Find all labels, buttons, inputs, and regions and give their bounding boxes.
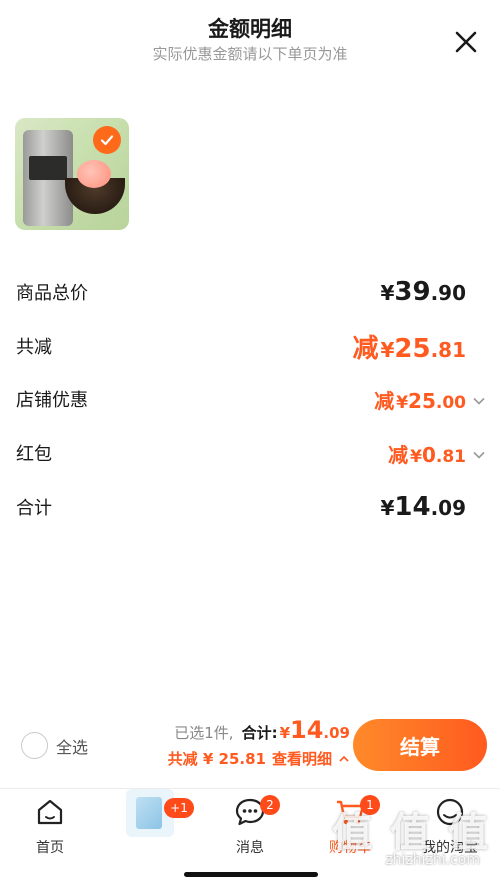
summary-sum-label: 合计:: [241, 724, 278, 742]
summary-reduction: 共减 ¥ 25.81: [167, 750, 266, 768]
product-peach-image: [77, 160, 111, 188]
total-price-value: ¥39.90: [380, 277, 466, 307]
page-subtitle: 实际优惠金额请以下单页为准: [152, 45, 348, 63]
view-detail-label[interactable]: 查看明细: [272, 748, 332, 769]
total-reduction-value: 减 ¥25.81: [352, 333, 466, 364]
checkout-bar: 全选 已选1件, 合计: ¥14.09 共减 ¥ 25.81 查看明细 结算: [0, 710, 500, 786]
page-title: 金额明细: [208, 17, 292, 41]
watermark-logo: 值 值 值: [332, 810, 490, 856]
row-total-reduction: 共减 减 ¥25.81: [16, 329, 466, 364]
sum-value: ¥14.09: [380, 492, 466, 522]
row-red-packet[interactable]: 红包 减 ¥0.81: [16, 436, 485, 470]
store-discount-label: 店铺优惠: [16, 390, 88, 411]
checkout-button[interactable]: 结算: [353, 719, 487, 771]
tab-home[interactable]: 首页: [0, 795, 100, 856]
tab-promo[interactable]: +1: [100, 789, 200, 855]
view-detail-link[interactable]: 共减 ¥ 25.81 查看明细: [168, 748, 350, 769]
select-all-label[interactable]: 全选: [56, 734, 88, 758]
selected-count: 已选1件,: [174, 724, 234, 742]
row-store-discount[interactable]: 店铺优惠 减 ¥25.00: [16, 382, 485, 416]
promo-badge: +1: [164, 798, 194, 818]
selected-check-icon[interactable]: [93, 126, 121, 154]
row-sum: 合计 ¥14.09: [16, 490, 466, 524]
home-icon: [37, 799, 63, 825]
tab-messages[interactable]: 2 消息: [200, 795, 300, 856]
messages-badge: 2: [260, 795, 280, 815]
chevron-down-icon[interactable]: [472, 448, 486, 462]
close-icon[interactable]: [452, 28, 480, 56]
red-packet-value[interactable]: 减 ¥0.81: [388, 439, 485, 468]
chevron-up-icon[interactable]: [338, 753, 350, 765]
summary-sum-value: ¥14.09: [279, 716, 350, 744]
product-can-label-image: [29, 156, 67, 180]
home-indicator: [184, 872, 318, 877]
product-thumbnail[interactable]: [15, 118, 129, 230]
total-reduction-label: 共减: [16, 337, 52, 358]
select-all-radio[interactable]: [21, 732, 48, 759]
row-total-price: 商品总价 ¥39.90: [16, 275, 466, 309]
header: 金额明细 实际优惠金额请以下单页为准: [0, 0, 500, 80]
sum-label: 合计: [16, 498, 52, 519]
tab-messages-label: 消息: [236, 840, 264, 856]
checkout-summary: 已选1件, 合计: ¥14.09 共减 ¥ 25.81 查看明细: [168, 716, 350, 769]
watermark-url: zhizhizhi.com: [385, 852, 480, 868]
total-price-label: 商品总价: [16, 283, 88, 304]
red-packet-label: 红包: [16, 444, 52, 465]
store-discount-value[interactable]: 减 ¥25.00: [374, 385, 485, 414]
chevron-down-icon[interactable]: [472, 394, 486, 408]
tab-home-label: 首页: [36, 840, 64, 856]
